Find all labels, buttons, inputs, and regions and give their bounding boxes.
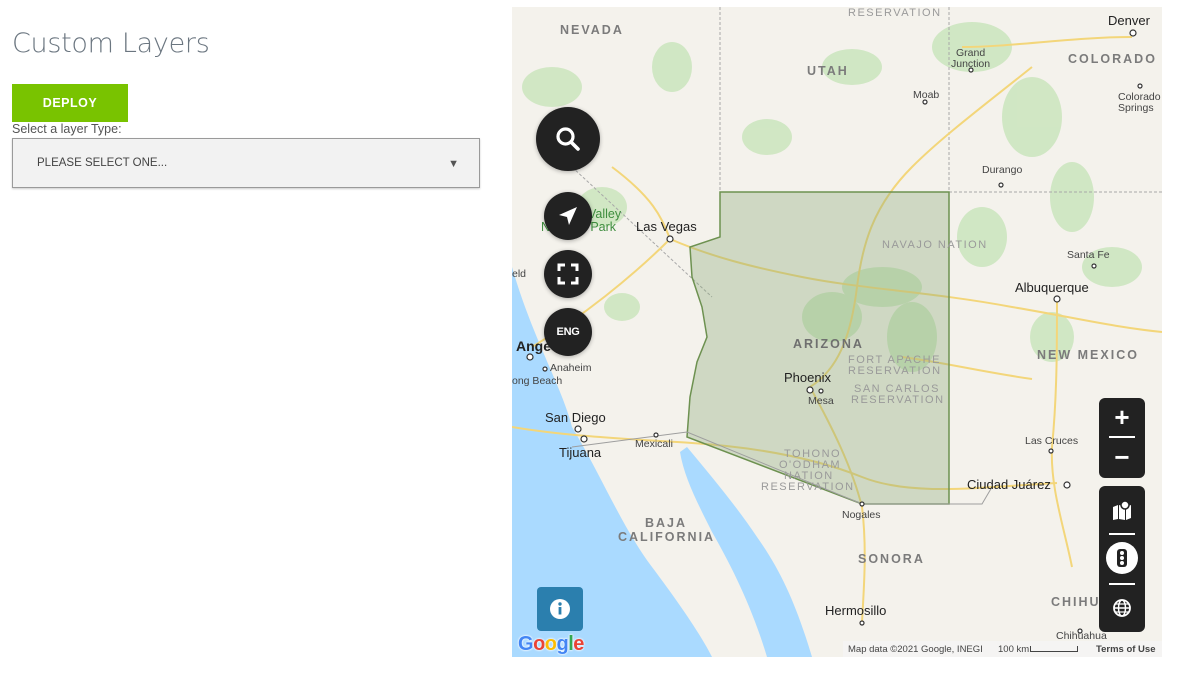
zoom-out-button[interactable]: − <box>1099 438 1145 476</box>
locate-me-button[interactable] <box>544 192 592 240</box>
new-mexico-label: NEW MEXICO <box>1037 348 1139 362</box>
phoenix-label: Phoenix <box>784 370 831 385</box>
sonora-label: SONORA <box>858 552 925 566</box>
globe-layer-button[interactable] <box>1099 586 1145 630</box>
layer-divider-2 <box>1109 583 1135 585</box>
layer-type-label: Select a layer Type: <box>12 122 122 136</box>
fullscreen-button[interactable] <box>544 250 592 298</box>
google-logo: Google <box>518 633 584 655</box>
fullscreen-icon <box>557 263 579 285</box>
map-view[interactable]: RESERVATION NEVADA UTAH COLORADO ARIZONA… <box>512 7 1162 657</box>
language-button[interactable]: ENG <box>544 308 592 356</box>
search-icon <box>556 127 580 151</box>
layer-divider-1 <box>1109 533 1135 535</box>
layer-type-selected-value: PLEASE SELECT ONE... <box>37 157 168 169</box>
nevada-label: NEVADA <box>560 23 624 37</box>
colorado-label: COLORADO <box>1068 52 1157 66</box>
santa-fe-label: Santa Fe <box>1067 249 1110 261</box>
chihuahua-region-label: CHIHU <box>1051 595 1101 609</box>
field-label: eld <box>512 268 527 280</box>
map-base-layer <box>512 7 1162 657</box>
utah-label: UTAH <box>807 64 849 78</box>
moab-label: Moab <box>913 89 940 101</box>
las-cruces-label: Las Cruces <box>1025 435 1079 447</box>
nogales-label: Nogales <box>842 509 881 521</box>
map-search-button[interactable] <box>536 107 600 171</box>
page-title: Custom Layers <box>12 28 210 59</box>
las-vegas-label: Las Vegas <box>636 219 697 234</box>
denver-label: Denver <box>1108 13 1150 28</box>
traffic-light-icon <box>1106 542 1138 574</box>
grand-junction-label-1: Grand <box>956 47 986 59</box>
baja-label: BAJA <box>645 516 688 530</box>
tohono-label-4: RESERVATION <box>761 481 855 493</box>
terms-of-use-link[interactable]: Terms of Use <box>1096 644 1155 655</box>
navigation-arrow-icon <box>559 207 577 225</box>
california-label: CALIFORNIA <box>618 530 716 544</box>
globe-icon <box>1113 599 1131 617</box>
mexicali-label: Mexicali <box>635 438 673 450</box>
colorado-springs-label-1: Colorado <box>1118 91 1161 103</box>
grand-junction-label-2: Junction <box>951 58 991 70</box>
tijuana-label: Tijuana <box>559 445 602 460</box>
colorado-springs-label-2: Springs <box>1118 102 1154 114</box>
scale-label: 100 km <box>998 644 1030 655</box>
layer-type-select[interactable]: PLEASE SELECT ONE... ▼ <box>12 138 480 188</box>
map-type-button[interactable] <box>1099 488 1145 532</box>
map-attribution: Map data ©2021 Google, INEGI 100 km Term… <box>843 641 1162 657</box>
chihuahua-city-label: Chihuahua <box>1056 630 1107 642</box>
hermosillo-label: Hermosillo <box>825 603 887 618</box>
map-pin-icon <box>1113 500 1131 520</box>
map-layer-control <box>1099 486 1145 632</box>
zoom-in-button[interactable]: + <box>1099 398 1145 436</box>
anaheim-label: Anaheim <box>550 362 592 374</box>
san-carlos-label-2: RESERVATION <box>851 394 945 406</box>
albuquerque-label: Albuquerque <box>1015 280 1089 295</box>
scale-bar <box>1030 646 1078 652</box>
navajo-nation-label: NAVAJO NATION <box>882 239 988 251</box>
reservation-label-top: RESERVATION <box>848 7 942 19</box>
long-beach-label: ong Beach <box>512 375 563 387</box>
info-icon <box>550 599 570 619</box>
map-info-button[interactable] <box>537 587 583 631</box>
mesa-label: Mesa <box>808 395 834 407</box>
arizona-label: ARIZONA <box>793 337 864 351</box>
traffic-layer-button[interactable] <box>1099 536 1145 580</box>
ciudad-juarez-label: Ciudad Juárez <box>967 477 1051 492</box>
zoom-control: + − <box>1099 398 1145 478</box>
map-data-credit: Map data ©2021 Google, INEGI <box>848 644 983 655</box>
chevron-down-icon: ▼ <box>448 158 459 170</box>
durango-label: Durango <box>982 164 1023 176</box>
deploy-button[interactable]: DEPLOY <box>12 84 128 122</box>
fort-apache-label-2: RESERVATION <box>848 365 942 377</box>
san-diego-label: San Diego <box>545 410 606 425</box>
